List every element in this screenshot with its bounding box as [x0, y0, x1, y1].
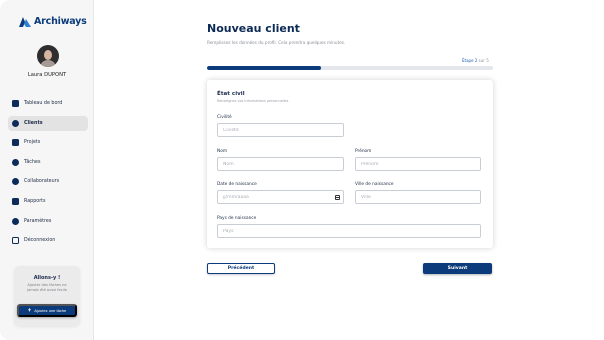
app-name: Archiways	[34, 16, 87, 27]
sidebar: Archiways Laura DUPONT Tableau de bord C…	[0, 0, 94, 340]
sidebar-item-label: Paramètres	[24, 218, 52, 224]
tasks-icon	[12, 158, 19, 166]
gear-icon	[12, 217, 19, 225]
previous-button[interactable]: Précédent	[207, 263, 275, 274]
date-naissance-label: Date de naissance	[217, 182, 257, 187]
add-task-label: Ajoutez une tâche	[34, 308, 67, 313]
avatar[interactable]	[37, 45, 59, 67]
pays-naissance-field[interactable]	[217, 224, 481, 238]
logout-icon	[12, 237, 19, 245]
sidebar-item-label: Clients	[24, 120, 43, 126]
sidebar-item-rapports[interactable]: Rapports	[8, 194, 88, 209]
ville-naissance-field[interactable]	[355, 190, 481, 204]
plus-icon: +	[27, 307, 32, 314]
avatar-face	[44, 50, 52, 60]
sidebar-item-label: Tâches	[24, 159, 41, 165]
sidebar-item-clients[interactable]: Clients	[8, 115, 88, 131]
promo-title: Allons-y !	[33, 275, 61, 281]
prenom-label: Prénom	[355, 149, 372, 154]
ville-naissance-label: Ville de naissance	[355, 182, 394, 187]
date-naissance-wrapper	[217, 190, 344, 204]
sidebar-item-parametres[interactable]: Paramètres	[8, 214, 88, 229]
home-icon	[12, 100, 19, 107]
calendar-icon[interactable]	[335, 194, 340, 200]
nom-label: Nom	[217, 149, 228, 154]
sidebar-item-collaborateurs[interactable]: Collaborateurs	[8, 174, 88, 189]
civilite-field[interactable]	[217, 123, 344, 137]
logo-icon	[19, 16, 31, 27]
sidebar-item-label: Déconnexion	[24, 238, 56, 244]
step-current: 2	[474, 58, 478, 63]
pays-naissance-label: Pays de naissance	[217, 216, 257, 221]
sidebar-item-projets[interactable]: Projets	[8, 135, 88, 150]
step-indicator: Étape 2 sur 5	[462, 58, 489, 63]
promo-card: Allons-y ! Ajouter des tâches ne jamais …	[14, 266, 80, 326]
folder-icon	[12, 139, 19, 147]
sidebar-item-label: Collaborateurs	[24, 179, 60, 185]
sidebar-item-label: Tableau de bord	[24, 101, 63, 106]
next-button[interactable]: Suivant	[423, 263, 492, 274]
avatar-body	[41, 60, 55, 67]
section-title: État civil	[217, 91, 245, 97]
sidebar-item-label: Projets	[24, 140, 41, 146]
section-subtitle: Renseignez vos informations personnelles	[217, 99, 289, 103]
step-total: 5	[486, 58, 489, 63]
user-name: Laura DUPONT	[27, 72, 67, 78]
promo-text: Ajouter des tâches ne jamais été aussi f…	[27, 283, 67, 292]
step-prefix: Étape	[462, 58, 474, 63]
sidebar-item-label: Rapports	[24, 198, 46, 204]
page-subtitle: Remplissez les données du profil. Cela p…	[207, 40, 346, 45]
sidebar-item-tableau-de-bord[interactable]: Tableau de bord	[8, 96, 88, 111]
progress-bar	[207, 66, 493, 70]
progress-fill	[207, 66, 322, 70]
team-icon	[12, 178, 19, 186]
nom-field[interactable]	[217, 157, 344, 171]
civilite-label: Civilité	[217, 115, 232, 120]
prenom-field[interactable]	[355, 157, 481, 171]
app-window: Archiways Laura DUPONT Tableau de bord C…	[0, 0, 604, 340]
app-logo[interactable]: Archiways	[19, 16, 87, 27]
sidebar-item-deconnexion[interactable]: Déconnexion	[8, 233, 88, 248]
page-title: Nouveau client	[207, 22, 300, 35]
chart-icon	[12, 197, 19, 205]
form-card: État civil Renseignez vos informations p…	[207, 80, 493, 248]
sidebar-item-taches[interactable]: Tâches	[8, 155, 88, 170]
add-task-button[interactable]: + Ajoutez une tâche	[17, 304, 77, 317]
step-separator: sur	[478, 58, 485, 63]
users-icon	[12, 119, 19, 127]
sidebar-nav: Tableau de bord Clients Projets Tâches C…	[8, 96, 88, 253]
date-naissance-field[interactable]	[217, 190, 344, 204]
